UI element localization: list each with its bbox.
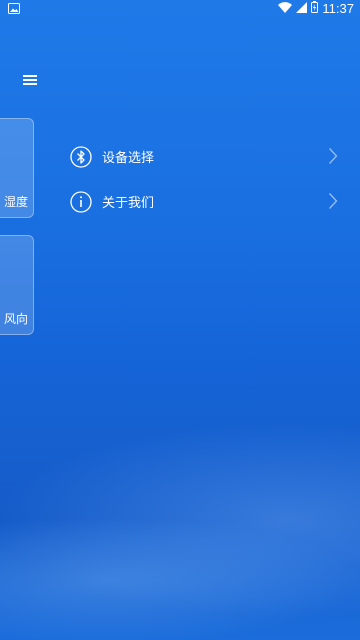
drawer-menu: 设备选择 关于我们 [70, 134, 342, 224]
humidity-card[interactable]: 湿度 [0, 118, 34, 218]
chevron-right-icon [328, 192, 338, 210]
menu-item-device-select[interactable]: 设备选择 [70, 134, 342, 179]
bluetooth-icon [70, 145, 92, 168]
status-time: 11:37 [322, 1, 354, 16]
info-icon [70, 190, 92, 213]
image-notification-icon [8, 3, 20, 17]
menu-item-about-us[interactable]: 关于我们 [70, 179, 342, 224]
humidity-label: 湿度 [3, 195, 28, 209]
cell-signal-icon [296, 1, 308, 16]
wind-direction-card[interactable]: 风向 [0, 235, 34, 335]
background-wave [0, 340, 360, 640]
wind-direction-label: 风向 [3, 312, 28, 326]
status-bar: 11:37 [0, 0, 360, 18]
menu-item-label: 设备选择 [102, 151, 155, 166]
wifi-icon [278, 1, 293, 16]
battery-charging-icon [311, 1, 319, 16]
menu-item-label: 关于我们 [102, 196, 155, 211]
hamburger-menu-icon[interactable] [20, 70, 40, 90]
chevron-right-icon [328, 147, 338, 165]
